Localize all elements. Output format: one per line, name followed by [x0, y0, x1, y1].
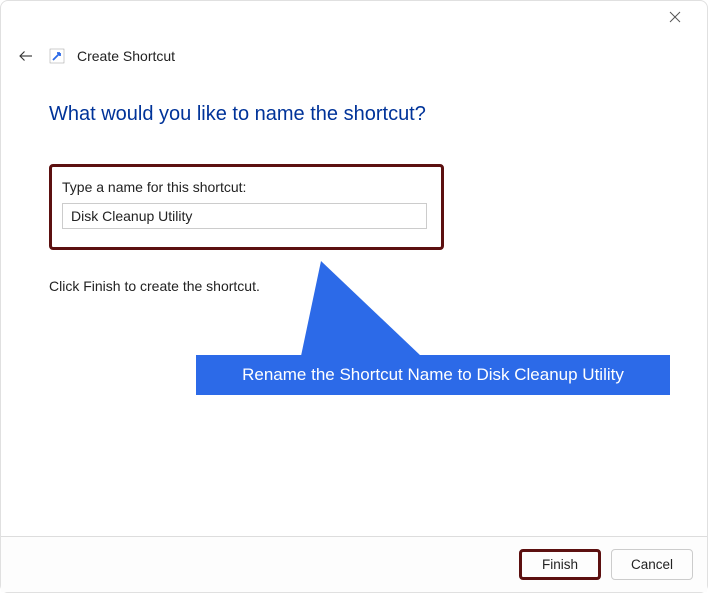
page-heading: What would you like to name the shortcut…	[49, 103, 659, 126]
wizard-title: Create Shortcut	[77, 48, 175, 64]
shortcut-name-input[interactable]	[62, 203, 427, 229]
close-button[interactable]	[655, 3, 695, 31]
highlight-annotation: Type a name for this shortcut:	[49, 164, 444, 250]
callout-arrow-icon	[291, 261, 421, 361]
titlebar	[1, 1, 707, 33]
back-button[interactable]	[17, 47, 35, 65]
wizard-header: Create Shortcut	[1, 33, 707, 75]
shortcut-name-label: Type a name for this shortcut:	[62, 179, 431, 195]
cancel-button[interactable]: Cancel	[611, 549, 693, 580]
close-icon	[669, 11, 681, 23]
finish-button[interactable]: Finish	[519, 549, 601, 580]
callout-box: Rename the Shortcut Name to Disk Cleanup…	[196, 355, 670, 395]
instruction-callout: Rename the Shortcut Name to Disk Cleanup…	[196, 261, 676, 401]
back-arrow-icon	[17, 47, 35, 65]
callout-text: Rename the Shortcut Name to Disk Cleanup…	[242, 365, 624, 385]
wizard-footer: Finish Cancel	[1, 536, 707, 592]
shortcut-icon	[49, 48, 65, 64]
